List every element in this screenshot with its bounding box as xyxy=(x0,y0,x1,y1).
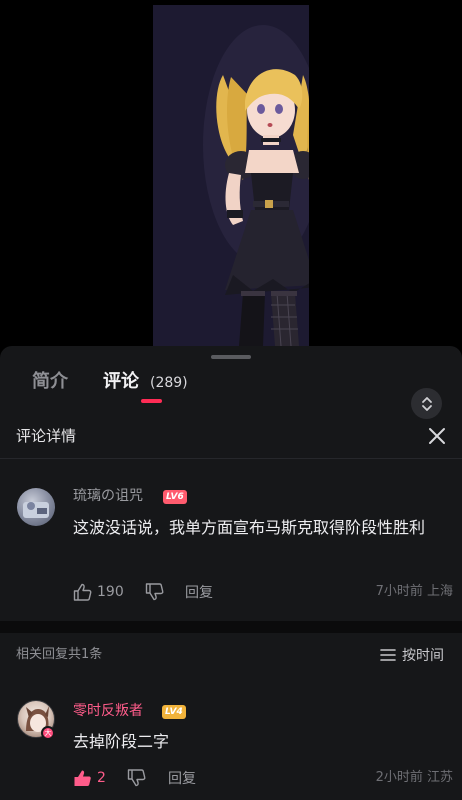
close-icon xyxy=(429,428,445,444)
video-area[interactable] xyxy=(0,0,462,346)
thumbs-up-icon xyxy=(73,583,92,601)
dislike-button[interactable] xyxy=(145,580,164,604)
video-frame[interactable] xyxy=(153,5,309,346)
username[interactable]: 琉璃の诅咒 xyxy=(73,487,143,505)
reply-button[interactable]: 回复 xyxy=(185,580,213,604)
main-comment: 琉璃の诅咒 LV6 这波没话说，我单方面宣布马斯克取得阶段性胜利 190 回复 … xyxy=(0,480,462,610)
level-badge: LV4 xyxy=(162,705,186,719)
like-count: 190 xyxy=(97,584,124,600)
comment-count: (289) xyxy=(150,375,188,391)
like-button[interactable]: 2 xyxy=(73,766,106,790)
comment-location: 上海 xyxy=(426,584,453,599)
comment-meta: 2小时前 江苏 xyxy=(376,768,453,788)
like-count: 2 xyxy=(97,770,106,786)
section-divider xyxy=(0,621,462,633)
comment-meta: 7小时前 上海 xyxy=(376,582,453,602)
drag-handle[interactable] xyxy=(211,355,251,359)
expand-collapse-icon xyxy=(421,396,432,411)
avatar[interactable] xyxy=(17,488,55,526)
comment-time: 2小时前 xyxy=(375,770,423,785)
comment-actions: 2 回复 2小时前 江苏 xyxy=(73,766,453,790)
comment-time: 7小时前 xyxy=(375,584,423,599)
comment-actions: 190 回复 7小时前 上海 xyxy=(73,580,453,604)
sort-list-icon xyxy=(380,649,396,661)
like-button[interactable]: 190 xyxy=(73,580,124,604)
comment-text: 去掉阶段二字 xyxy=(73,732,170,751)
thumbs-down-icon xyxy=(127,769,146,787)
reply-label: 回复 xyxy=(185,585,213,601)
thumbs-up-filled-icon xyxy=(74,770,91,786)
active-tab-indicator xyxy=(141,399,162,403)
tab-intro[interactable]: 简介 xyxy=(32,368,68,396)
comments-sheet: 简介 评论 (289) 评论详情 琉璃の诅咒 LV6 这波没话说，我单方面宣布马… xyxy=(0,346,462,800)
reply-comment: 大 零时反叛者 LV4 去掉阶段二字 2 回复 2小时前 江苏 xyxy=(0,690,462,800)
detail-title: 评论详情 xyxy=(16,427,77,445)
sort-label: 按时间 xyxy=(402,648,444,664)
level-badge: LV6 xyxy=(163,490,187,504)
username[interactable]: 零时反叛者 xyxy=(73,702,143,720)
reply-label: 回复 xyxy=(168,771,196,787)
comment-location: 江苏 xyxy=(426,770,453,785)
reply-button[interactable]: 回复 xyxy=(168,766,196,790)
video-character-illustration xyxy=(153,5,309,346)
thumbs-down-icon xyxy=(145,583,164,601)
close-button[interactable] xyxy=(424,423,450,449)
related-reply-count: 相关回复共1条 xyxy=(16,647,103,662)
sort-button[interactable]: 按时间 xyxy=(380,645,444,665)
avatar-image xyxy=(23,502,49,518)
comment-text: 这波没话说，我单方面宣布马斯克取得阶段性胜利 xyxy=(73,518,426,537)
tab-bar: 简介 评论 (289) xyxy=(0,368,462,419)
related-replies-bar: 相关回复共1条 按时间 xyxy=(0,633,462,677)
dislike-button[interactable] xyxy=(127,766,146,790)
comment-detail-header: 评论详情 xyxy=(0,414,462,459)
avatar-badge: 大 xyxy=(41,726,55,740)
tab-comments[interactable]: 评论 xyxy=(103,368,139,396)
